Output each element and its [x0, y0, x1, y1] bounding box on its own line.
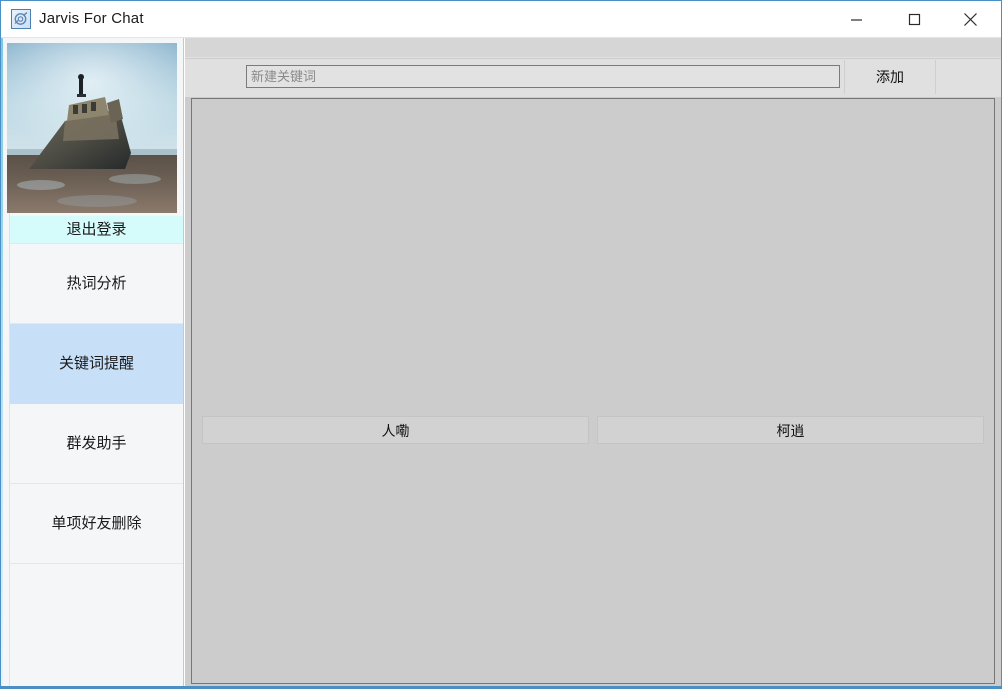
close-button[interactable]	[947, 1, 993, 37]
keyword-input[interactable]	[246, 65, 840, 88]
minimize-icon	[850, 13, 863, 26]
toolbar: 添加	[185, 59, 1001, 97]
toolbar-top-strip	[185, 38, 1001, 58]
app-window: Jarvis For Chat 退出登录 热词分析 关键词提醒 群发助手 单项好…	[0, 0, 1002, 689]
keyword-item-label: 柯逍	[776, 423, 805, 439]
sidebar-accent	[1, 38, 3, 688]
keyword-panel: 人嘞 柯逍	[191, 98, 995, 684]
keyword-item[interactable]: 人嘞	[202, 416, 589, 444]
close-icon	[963, 12, 978, 27]
sidebar-item-label: 热词分析	[66, 275, 127, 292]
sidebar-item-keyword-reminder[interactable]: 关键词提醒	[10, 324, 183, 404]
app-icon	[11, 9, 31, 29]
window-bottom-edge	[1, 686, 1001, 688]
keyword-list: 人嘞 柯逍	[202, 416, 984, 444]
toolbar-spacer	[937, 60, 1000, 94]
main-content: 添加 人嘞 柯逍	[185, 38, 1001, 688]
maximize-button[interactable]	[891, 1, 937, 37]
sidebar-item-logout[interactable]: 退出登录	[10, 216, 183, 244]
keyword-item-label: 人嘞	[381, 423, 410, 439]
sidebar-item-label: 群发助手	[66, 435, 127, 452]
sidebar: 退出登录 热词分析 关键词提醒 群发助手 单项好友删除	[1, 38, 184, 688]
title-bar: Jarvis For Chat	[1, 1, 1001, 38]
minimize-button[interactable]	[833, 1, 879, 37]
maximize-icon	[908, 13, 921, 26]
sidebar-item-label: 关键词提醒	[58, 355, 134, 372]
sidebar-item-mass-message-assistant[interactable]: 群发助手	[10, 404, 183, 484]
window-title: Jarvis For Chat	[39, 10, 144, 27]
sidebar-item-one-way-friend-delete[interactable]: 单项好友删除	[10, 484, 183, 564]
keyword-item[interactable]: 柯逍	[597, 416, 984, 444]
sidebar-nav: 退出登录 热词分析 关键词提醒 群发助手 单项好友删除	[10, 216, 183, 564]
avatar[interactable]	[7, 43, 177, 213]
sidebar-item-label: 退出登录	[66, 221, 127, 238]
sidebar-item-label: 单项好友删除	[51, 515, 142, 532]
add-button[interactable]: 添加	[844, 60, 936, 94]
sidebar-item-hot-word-analysis[interactable]: 热词分析	[10, 244, 183, 324]
